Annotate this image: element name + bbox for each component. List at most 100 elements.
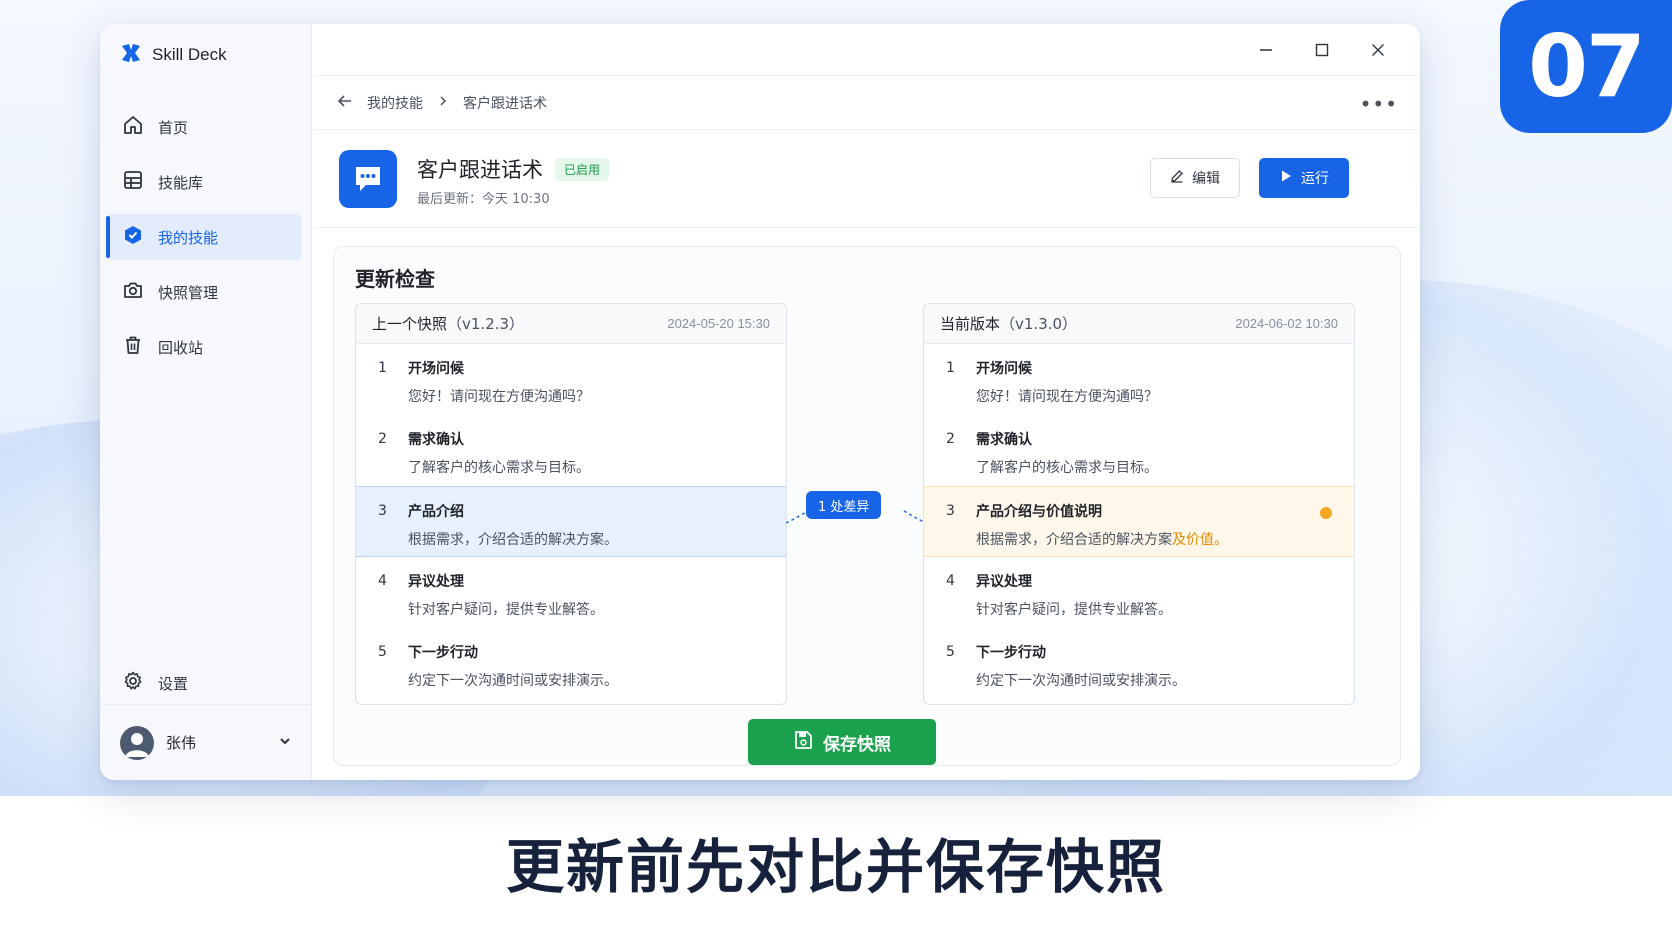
sidebar-item-label: 技能库	[158, 173, 204, 192]
step-number: 2	[946, 431, 955, 447]
run-label: 运行	[1301, 171, 1329, 187]
step-title: 异议处理	[976, 574, 1032, 590]
user-menu[interactable]: 张伟	[100, 704, 312, 780]
minimize-icon	[1260, 49, 1272, 51]
sidebar-item-my-skills[interactable]: 我的技能	[106, 214, 302, 260]
update-check-title: 更新检查	[355, 267, 435, 291]
save-snapshot-label: 保存快照	[823, 734, 891, 755]
pencil-icon	[1170, 169, 1184, 187]
sidebar-item-home[interactable]: 首页	[106, 104, 302, 150]
step-number: 1	[378, 360, 387, 376]
main-content: 我的技能 客户跟进话术 ••• 客户跟进话术 已启用 最后更新：今天 10:30…	[313, 24, 1420, 780]
step-desc: 根据需求，介绍合适的解决方案。	[408, 532, 618, 548]
step-number: 5	[378, 644, 387, 660]
list-item-diff: 3 产品介绍 根据需求，介绍合适的解决方案。	[356, 486, 786, 557]
back-arrow-icon[interactable]	[337, 93, 353, 113]
step-number: 4	[378, 573, 387, 589]
list-item: 5 下一步行动 约定下一次沟通时间或安排演示。	[924, 628, 1354, 699]
step-number: 1	[946, 360, 955, 376]
maximize-button[interactable]	[1294, 38, 1350, 62]
step-desc: 约定下一次沟通时间或安排演示。	[408, 673, 618, 689]
list-item-diff: 3 产品介绍与价值说明 根据需求，介绍合适的解决方案及价值。	[924, 486, 1354, 557]
breadcrumb-parent[interactable]: 我的技能	[367, 93, 423, 113]
step-number: 4	[946, 573, 955, 589]
list-item: 4 异议处理 针对客户疑问，提供专业解答。	[924, 557, 1354, 628]
panel-version: （v1.2.3）	[447, 315, 525, 333]
sidebar-item-label: 回收站	[158, 338, 204, 357]
step-title: 开场问候	[976, 361, 1032, 377]
maximize-icon	[1315, 43, 1329, 57]
step-desc-added: 及价值。	[1172, 532, 1228, 548]
panel-name: 上一个快照	[372, 315, 448, 333]
list-item: 1 开场问候 您好！请问现在方便沟通吗？	[356, 344, 786, 415]
step-number: 3	[946, 503, 955, 519]
step-title: 产品介绍	[408, 504, 464, 520]
run-button[interactable]: 运行	[1259, 158, 1349, 198]
chat-bubble-icon	[339, 150, 397, 208]
step-desc: 根据需求，介绍合适的解决方案及价值。	[976, 529, 1228, 549]
sidebar-item-label: 首页	[158, 118, 189, 137]
close-icon	[1372, 44, 1384, 56]
camera-icon	[122, 279, 144, 305]
gear-icon	[122, 670, 144, 696]
step-desc: 针对客户疑问，提供专业解答。	[976, 602, 1172, 618]
step-desc: 您好！请问现在方便沟通吗？	[408, 389, 590, 405]
step-title: 产品介绍与价值说明	[976, 504, 1102, 520]
list-item: 2 需求确认 了解客户的核心需求与目标。	[924, 415, 1354, 486]
slide-caption: 更新前先对比并保存快照	[505, 833, 1166, 901]
chevron-right-icon	[437, 95, 449, 111]
step-desc: 针对客户疑问，提供专业解答。	[408, 602, 604, 618]
update-check-card: 更新检查 上一个快照（v1.2.3） 2024-05-20 15:30 1 开场…	[333, 246, 1401, 766]
edit-button[interactable]: 编辑	[1150, 158, 1240, 198]
step-title: 异议处理	[408, 574, 464, 590]
last-updated: 最后更新：今天 10:30	[417, 192, 550, 207]
sidebar-item-trash[interactable]: 回收站	[106, 324, 302, 370]
panel-name: 当前版本	[940, 315, 1001, 333]
play-icon	[1279, 169, 1293, 187]
previous-snapshot-panel: 上一个快照（v1.2.3） 2024-05-20 15:30 1 开场问候 您好…	[355, 303, 787, 705]
panel-date: 2024-06-02 10:30	[1235, 316, 1338, 331]
chevron-down-icon	[278, 733, 292, 752]
diff-count-badge[interactable]: 1 处差异	[806, 491, 882, 519]
sidebar-item-library[interactable]: 技能库	[106, 159, 302, 205]
panel-date: 2024-05-20 15:30	[667, 316, 770, 331]
minimize-button[interactable]	[1238, 38, 1294, 62]
edit-label: 编辑	[1192, 171, 1220, 187]
sidebar-item-snapshots[interactable]: 快照管理	[106, 269, 302, 315]
list-item: 2 需求确认 了解客户的核心需求与目标。	[356, 415, 786, 486]
app-name: Skill Deck	[152, 45, 227, 64]
breadcrumb-current: 客户跟进话术	[463, 95, 547, 112]
sidebar-item-label: 设置	[158, 674, 189, 693]
current-version-panel: 当前版本（v1.3.0） 2024-06-02 10:30 1 开场问候 您好！…	[923, 303, 1355, 705]
skill-title: 客户跟进话术	[417, 158, 543, 182]
step-title: 需求确认	[976, 432, 1032, 448]
title-bar	[313, 24, 1420, 76]
close-button[interactable]	[1350, 38, 1406, 62]
step-desc-base: 根据需求，介绍合适的解决方案	[976, 532, 1172, 548]
step-number: 5	[946, 644, 955, 660]
library-icon	[122, 169, 144, 195]
step-title: 下一步行动	[976, 645, 1046, 661]
sidebar-item-label: 快照管理	[158, 283, 219, 302]
step-title: 需求确认	[408, 432, 464, 448]
step-number: 2	[378, 431, 387, 447]
save-snapshot-button[interactable]: 保存快照	[748, 719, 936, 765]
user-name: 张伟	[166, 734, 197, 752]
slide-number-badge: 07	[1500, 0, 1672, 133]
skill-header: 客户跟进话术 已启用 最后更新：今天 10:30 编辑 运行	[313, 130, 1420, 228]
trash-icon	[122, 334, 144, 360]
list-item: 1 开场问候 您好！请问现在方便沟通吗？	[924, 344, 1354, 415]
brand[interactable]: Skill Deck	[120, 42, 227, 68]
step-desc: 了解客户的核心需求与目标。	[408, 460, 590, 476]
save-icon	[793, 730, 813, 755]
sidebar-item-label: 我的技能	[158, 228, 219, 247]
home-icon	[122, 114, 144, 140]
breadcrumb: 我的技能 客户跟进话术 •••	[313, 76, 1420, 130]
my-skill-icon	[122, 224, 144, 250]
more-options-icon[interactable]: •••	[1360, 92, 1398, 116]
step-title: 开场问候	[408, 361, 464, 377]
panel-version: （v1.3.0）	[1000, 315, 1078, 333]
skill-deck-logo-icon	[120, 42, 142, 68]
sidebar-nav: 首页 技能库 我的技能 快照管理 回收站	[106, 104, 302, 379]
sidebar-item-settings[interactable]: 设置	[106, 660, 302, 706]
